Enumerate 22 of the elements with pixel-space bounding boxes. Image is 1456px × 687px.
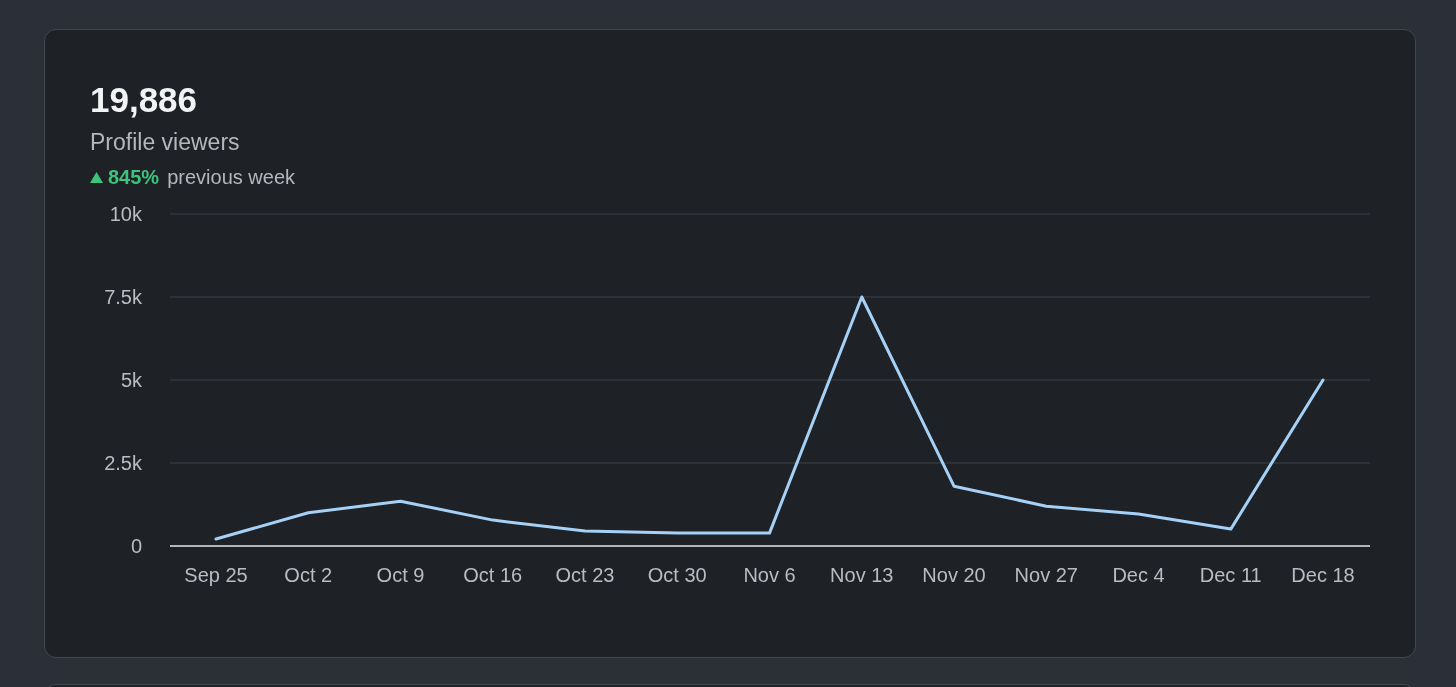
y-axis-label: 0 <box>130 535 142 557</box>
x-axis-label: Oct 30 <box>647 564 707 586</box>
x-axis-label: Oct 9 <box>376 564 425 586</box>
x-axis-label: Oct 16 <box>463 564 523 586</box>
x-axis-label: Oct 2 <box>284 564 333 586</box>
change-percent: 845% <box>108 165 160 190</box>
y-axis-label: 2.5k <box>104 452 142 474</box>
change-caption: previous week <box>167 165 295 190</box>
metric-value: 19,886 <box>90 79 199 121</box>
x-axis-label: Nov 27 <box>1014 564 1078 586</box>
y-axis-label: 5k <box>120 369 142 391</box>
x-axis-label: Dec 11 <box>1199 564 1262 586</box>
y-axis-label: 7.5k <box>104 286 142 308</box>
y-axis-label: 10k <box>109 203 142 225</box>
x-axis-label: Nov 20 <box>922 564 986 586</box>
x-axis-label: Sep 25 <box>184 564 248 586</box>
x-axis-label: Oct 23 <box>555 564 615 586</box>
x-axis-label: Dec 4 <box>1112 564 1165 586</box>
x-axis-label: Nov 13 <box>830 564 894 586</box>
x-axis-label: Nov 6 <box>743 564 796 586</box>
x-axis-label: Dec 18 <box>1291 564 1355 586</box>
metric-label: Profile viewers <box>90 128 241 157</box>
